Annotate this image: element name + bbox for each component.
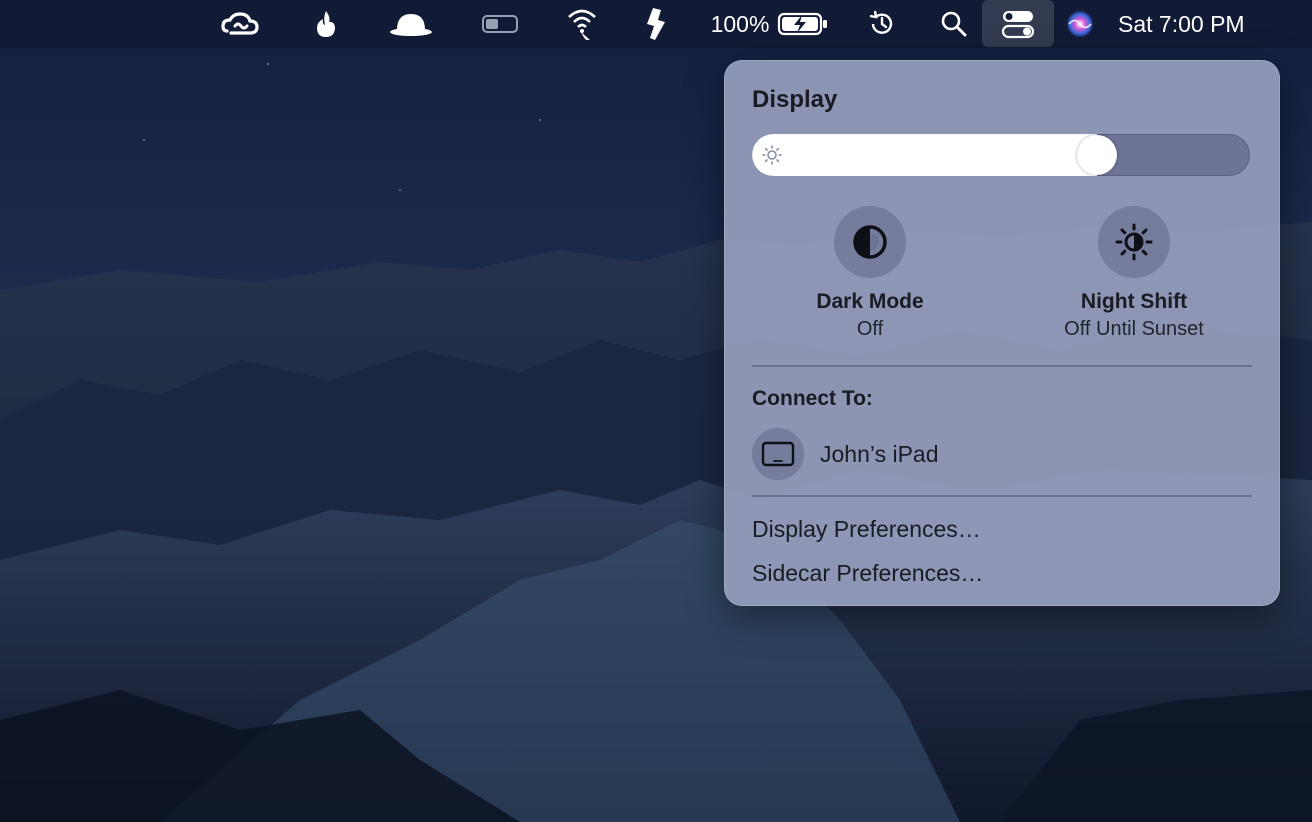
night-shift-status: Off Until Sunset <box>1064 318 1204 340</box>
control-center-icon[interactable] <box>982 0 1054 47</box>
panel-title: Display <box>752 86 838 113</box>
time-machine-icon[interactable] <box>860 0 904 48</box>
battery-icon[interactable] <box>776 0 830 48</box>
device-item-ipad[interactable]: John’s iPad <box>752 428 1250 480</box>
divider <box>752 495 1252 497</box>
night-shift-icon <box>1115 223 1153 261</box>
clock-text: Sat 7:00 PM <box>1118 10 1245 37</box>
display-panel: Display Dark Mode Off Night Shift Off Un… <box>724 60 1280 606</box>
ipad-icon-button[interactable] <box>752 428 804 480</box>
ipad-icon <box>761 441 795 467</box>
night-shift-label: Night Shift <box>1080 290 1188 313</box>
display-preferences-link[interactable]: Display Preferences… <box>752 516 981 543</box>
dark-mode-label: Dark Mode <box>816 290 924 313</box>
battery-percent-text: 100% <box>710 10 770 37</box>
brightness-icon <box>762 145 782 165</box>
dark-mode-status: Off <box>856 318 884 340</box>
menubar-clock[interactable]: Sat 7:00 PM <box>1118 0 1288 48</box>
brightness-slider-knob[interactable] <box>1077 135 1117 175</box>
brightness-slider[interactable] <box>752 134 1250 176</box>
night-shift-toggle[interactable]: Night Shift Off Until Sunset <box>1019 206 1249 346</box>
siri-icon[interactable] <box>1058 0 1102 48</box>
sidecar-preferences-link[interactable]: Sidecar Preferences… <box>752 560 983 587</box>
night-shift-button[interactable] <box>1098 206 1170 278</box>
bell-hat-icon[interactable] <box>386 0 436 48</box>
tape-icon[interactable] <box>634 0 678 48</box>
wifi-icon[interactable] <box>560 0 604 48</box>
dark-mode-button[interactable] <box>834 206 906 278</box>
divider <box>752 365 1252 367</box>
search-icon[interactable] <box>932 0 976 48</box>
device-label: John’s iPad <box>820 440 939 467</box>
dark-mode-icon <box>853 225 887 259</box>
brightness-slider-fill <box>752 134 1097 176</box>
connect-to-heading: Connect To: <box>752 387 873 410</box>
battery-toggle-icon[interactable] <box>478 0 522 48</box>
flame-icon[interactable] <box>304 0 348 48</box>
creative-cloud-icon[interactable] <box>218 0 262 48</box>
battery-percent: 100% <box>706 0 774 48</box>
menu-bar: 100% Sat 7:00 PM <box>0 0 1312 48</box>
dark-mode-toggle[interactable]: Dark Mode Off <box>755 206 985 346</box>
